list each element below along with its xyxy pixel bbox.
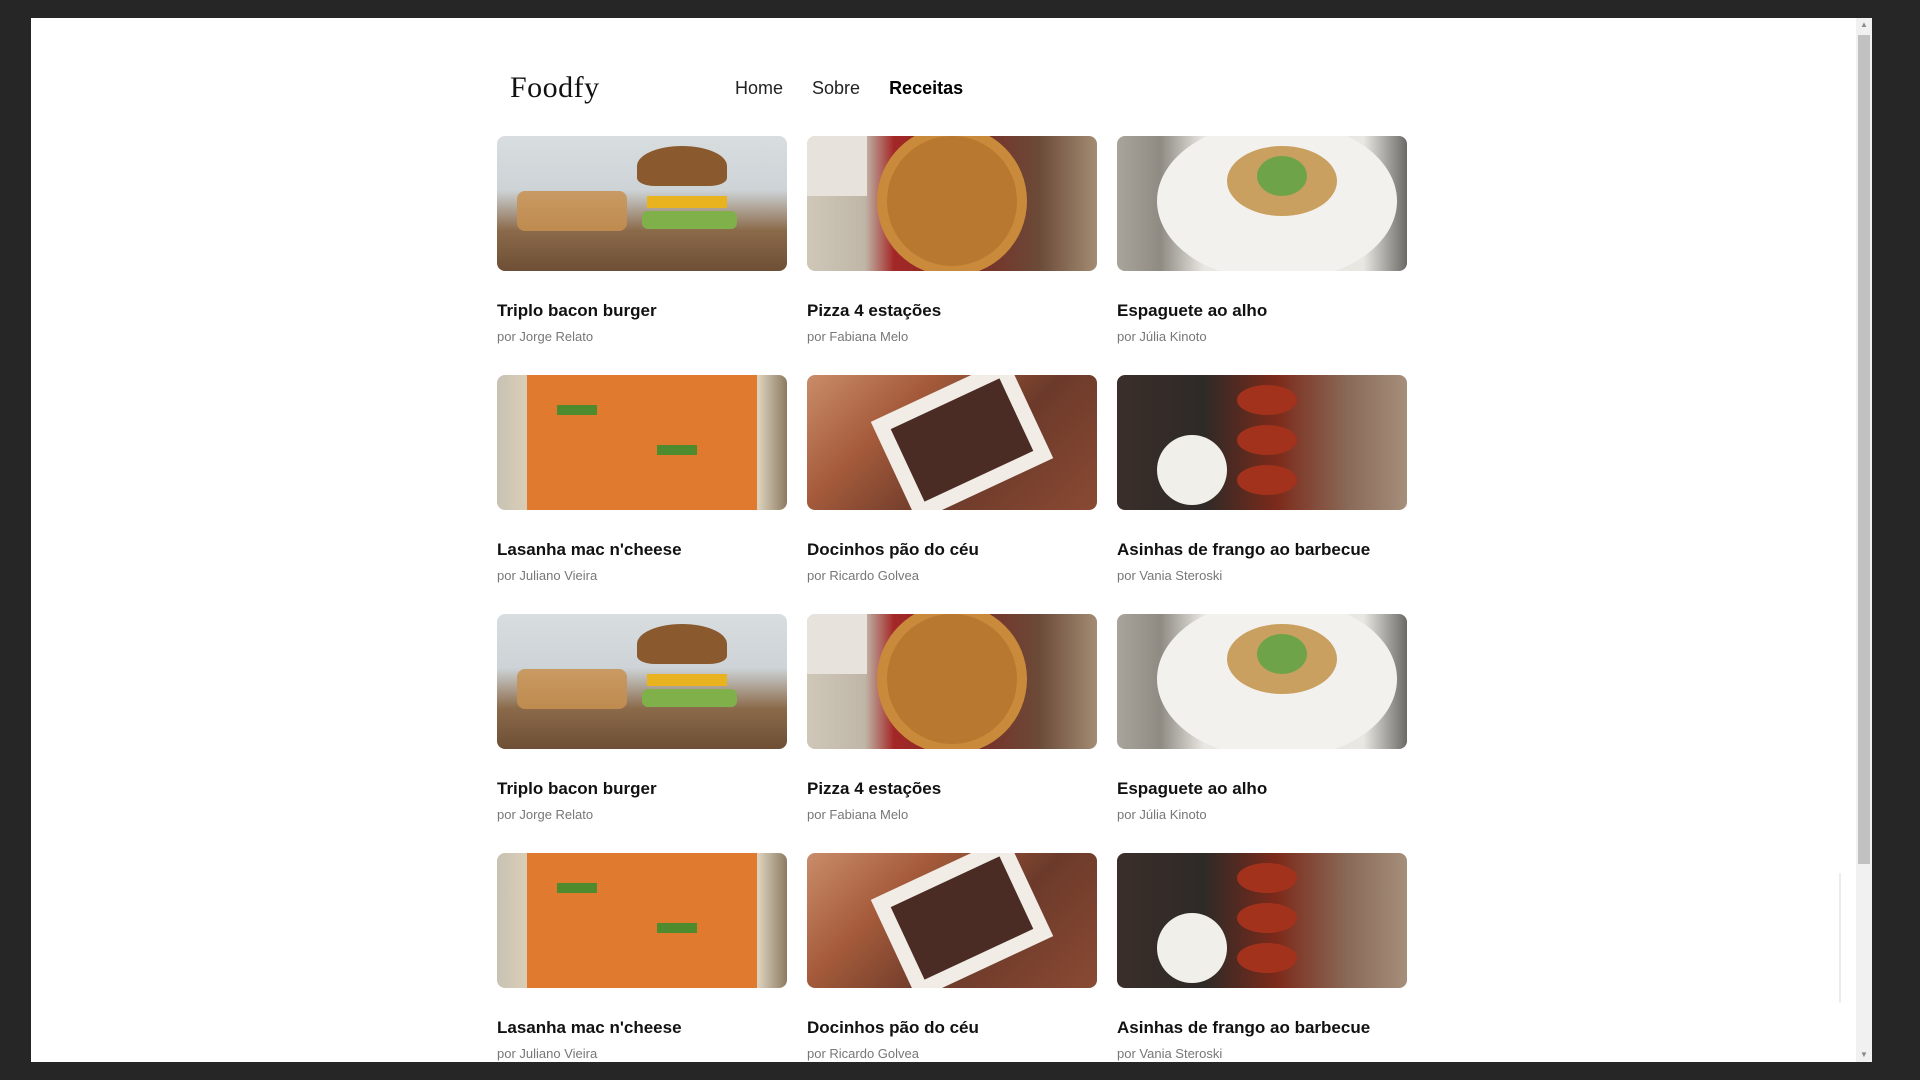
food-shape [557,883,597,893]
recipe-author: por Juliano Vieira [497,568,598,583]
recipe-card[interactable]: Asinhas de frango ao barbecue por Vania S… [1117,853,1407,1062]
recipe-title[interactable]: Docinhos pão do céu [807,540,1097,560]
food-shape [1237,425,1297,455]
food-shape [637,624,727,664]
recipe-card[interactable]: Triplo bacon burger por Jorge Relato [497,136,787,375]
recipe-card[interactable]: Pizza 4 estações por Fabiana Melo [807,136,1097,375]
scroll-thumb[interactable] [1858,35,1870,864]
recipe-card[interactable]: Espaguete ao alho por Júlia Kinoto [1117,614,1407,853]
food-shape [657,445,697,455]
recipe-author: por Vania Steroski [1117,568,1223,583]
recipe-title[interactable]: Triplo bacon burger [497,779,787,799]
food-shape [1237,385,1297,415]
recipe-image-pizza[interactable] [807,136,1097,271]
recipe-image-burger[interactable] [497,136,787,271]
food-shape [1257,156,1307,196]
food-shape [657,923,697,933]
food-shape [1237,903,1297,933]
food-shape [1237,863,1297,893]
food-shape [1257,634,1307,674]
food-shape [1157,435,1227,505]
logo[interactable]: Foodfy [510,71,600,105]
recipe-card[interactable]: Lasanha mac n'cheese por Juliano Vieira [497,375,787,614]
site-header: Foodfy Home Sobre Receitas [498,52,1438,124]
recipe-title[interactable]: Lasanha mac n'cheese [497,1018,787,1038]
food-shape [1157,913,1227,983]
food-shape [642,211,737,229]
recipe-author: por Fabiana Melo [807,807,909,822]
recipe-title[interactable]: Pizza 4 estações [807,779,1097,799]
recipe-title[interactable]: Asinhas de frango ao barbecue [1117,1018,1407,1038]
recipe-author: por Fabiana Melo [807,329,909,344]
recipe-card[interactable]: Espaguete ao alho por Júlia Kinoto [1117,136,1407,375]
recipe-card[interactable]: Triplo bacon burger por Jorge Relato [497,614,787,853]
recipe-image-pasta[interactable] [1117,136,1407,271]
recipe-author: por Jorge Relato [497,807,594,822]
recipe-card[interactable]: Pizza 4 estações por Fabiana Melo [807,614,1097,853]
food-shape [557,405,597,415]
food-shape [647,674,727,686]
food-shape [527,853,757,988]
recipe-card[interactable]: Lasanha mac n'cheese por Juliano Vieira [497,853,787,1062]
recipe-image-burger[interactable] [497,614,787,749]
nav-home[interactable]: Home [735,78,783,99]
food-shape [887,136,1017,266]
recipe-image-lasagna[interactable] [497,375,787,510]
recipe-image-candy[interactable] [807,853,1097,988]
food-shape [887,614,1017,744]
recipe-author: por Ricardo Golvea [807,568,919,583]
recipe-image-pasta[interactable] [1117,614,1407,749]
recipe-title[interactable]: Asinhas de frango ao barbecue [1117,540,1407,560]
scrollbar[interactable]: ▲ ▼ [1839,18,1872,1062]
food-shape [807,614,867,674]
nav-receitas[interactable]: Receitas [889,78,963,99]
nav-sobre[interactable]: Sobre [812,78,860,99]
food-shape [517,191,627,231]
recipe-card[interactable]: Asinhas de frango ao barbecue por Vania S… [1117,375,1407,614]
recipe-image-lasagna[interactable] [497,853,787,988]
recipe-author: por Vania Steroski [1117,1046,1223,1061]
recipe-author: por Ricardo Golvea [807,1046,919,1061]
recipe-title[interactable]: Triplo bacon burger [497,301,787,321]
recipe-grid: Triplo bacon burger por Jorge Relato Pizza… [497,136,1409,1062]
food-shape [647,196,727,208]
food-shape [527,375,757,510]
food-shape [637,146,727,186]
browser-viewport: Foodfy Home Sobre Receitas Triplo bacon … [31,18,1872,1062]
recipe-card[interactable]: Docinhos pão do céu por Ricardo Golvea [807,853,1097,1062]
recipe-author: por Júlia Kinoto [1117,807,1207,822]
food-shape [1237,465,1297,495]
recipe-image-candy[interactable] [807,375,1097,510]
food-shape [642,689,737,707]
recipe-author: por Jorge Relato [497,329,594,344]
scroll-down-arrow-icon[interactable]: ▼ [1856,1048,1872,1062]
main-nav: Home Sobre Receitas [735,78,963,99]
recipe-author: por Juliano Vieira [497,1046,598,1061]
scroll-track-line [1839,873,1841,1003]
food-shape [517,669,627,709]
recipe-title[interactable]: Lasanha mac n'cheese [497,540,787,560]
scroll-up-arrow-icon[interactable]: ▲ [1856,18,1872,32]
recipe-title[interactable]: Docinhos pão do céu [807,1018,1097,1038]
recipe-title[interactable]: Pizza 4 estações [807,301,1097,321]
food-shape [1237,943,1297,973]
recipe-title[interactable]: Espaguete ao alho [1117,301,1407,321]
recipe-image-wings[interactable] [1117,853,1407,988]
food-shape [807,136,867,196]
recipe-image-pizza[interactable] [807,614,1097,749]
recipe-card[interactable]: Docinhos pão do céu por Ricardo Golvea [807,375,1097,614]
recipe-title[interactable]: Espaguete ao alho [1117,779,1407,799]
recipe-image-wings[interactable] [1117,375,1407,510]
recipe-author: por Júlia Kinoto [1117,329,1207,344]
